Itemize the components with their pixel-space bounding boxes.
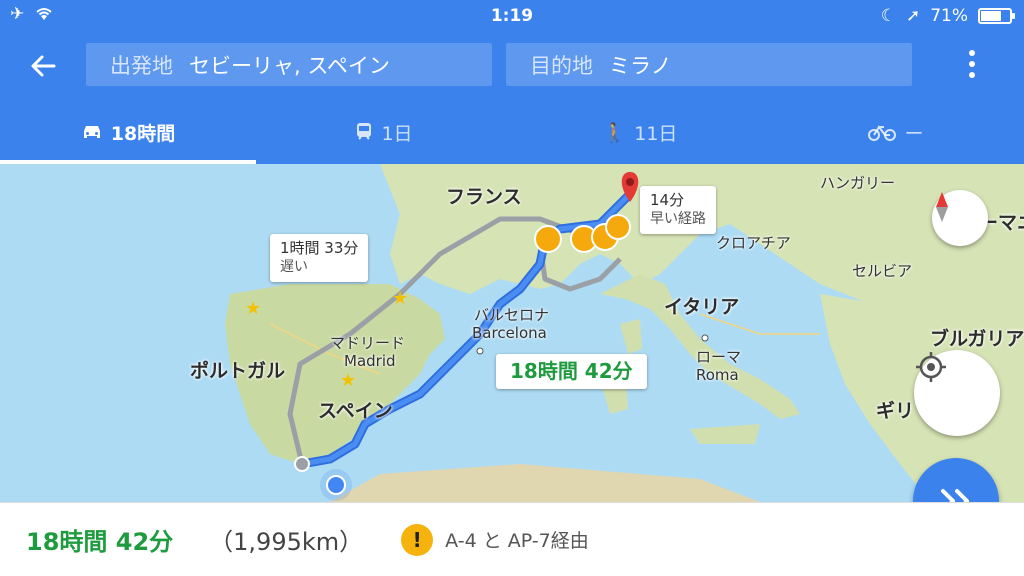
more-options-icon[interactable] (960, 50, 984, 80)
car-icon (83, 126, 100, 138)
compass-button[interactable] (932, 190, 988, 246)
travel-mode-tabs: 18時間 1日 🚶 11日 ー (0, 100, 1024, 164)
destination-value: ミラノ (609, 53, 672, 78)
destination-label: 目的地 (530, 53, 593, 78)
map-label-serbia: セルビア (852, 262, 913, 280)
tab-cycling-label: ー (904, 122, 924, 145)
moon-icon: ☾ (880, 6, 896, 26)
map-label-greece: ギリ (876, 400, 915, 422)
map-label-hungary: ハンガリー (820, 174, 896, 192)
tab-transit-label: 1日 (381, 122, 413, 145)
route-duration: 18時間 42分 (26, 528, 174, 556)
compass-icon (936, 192, 948, 222)
alt-route-slow-time: 1時間 33分 (280, 239, 359, 257)
tab-cycling[interactable]: ー (768, 100, 1024, 164)
alt-route-fast-note: 早い経路 (650, 211, 706, 227)
map-label-roma-jp: ローマ (696, 348, 742, 366)
tab-driving[interactable]: 18時間 (0, 100, 256, 164)
map-label-france: フランス (446, 186, 522, 208)
map-label-portugal: ポルトガル (190, 360, 286, 382)
alt-route-callout-slow[interactable]: 1時間 33分 遅い (270, 234, 369, 282)
app-header: ✈ 1:19 ☾ ➚ 71% 出発地 セビーリャ, スペイン 目的地 ミラノ 1… (0, 0, 1024, 164)
origin-label: 出発地 (110, 53, 173, 78)
walk-icon: 🚶 (602, 121, 627, 144)
map-label-madrid-jp: マドリード (330, 334, 406, 352)
map-label-barcelona-jp: バルセロナ (474, 306, 550, 324)
battery-percent: 71% (930, 6, 968, 26)
route-via: A-4 と AP-7経由 (445, 530, 589, 552)
map-label-bulgaria: ブルガリア (930, 328, 1024, 350)
status-right: ☾ ➚ 71% (880, 6, 1015, 26)
status-time: 1:19 (490, 6, 534, 26)
map-label-italy: イタリア (664, 296, 740, 318)
route-distance: （1,995km） (209, 528, 364, 556)
alt-route-callout-fast[interactable]: 14分 早い経路 (640, 186, 716, 234)
alt-route-slow-note: 遅い (280, 259, 308, 275)
battery-icon (978, 8, 1015, 24)
train-icon (357, 123, 372, 140)
map-label-madrid: Madrid (344, 352, 396, 370)
back-arrow-icon[interactable] (26, 48, 62, 84)
tab-walking-label: 11日 (634, 122, 678, 145)
tab-transit[interactable]: 1日 (256, 100, 512, 164)
alt-route-fast-time: 14分 (650, 191, 685, 209)
svg-text:★: ★ (245, 298, 261, 319)
origin-field[interactable]: 出発地 セビーリャ, スペイン (86, 43, 492, 86)
origin-value: セビーリャ, スペイン (189, 53, 390, 78)
map-view[interactable]: ★ ★ ★ フランス ハンガリー ルーマニア クロアチア セルビア イタリア ブ… (0, 164, 1024, 502)
location-arrow-icon: ➚ (905, 6, 921, 26)
bike-icon (868, 125, 897, 141)
tab-walking[interactable]: 🚶 11日 (512, 100, 768, 164)
map-label-croatia: クロアチア (716, 234, 791, 252)
main-route-time: 18時間 42分 (510, 359, 633, 383)
map-label-roma: Roma (696, 366, 739, 384)
tab-driving-label: 18時間 (110, 122, 176, 145)
route-summary-bar[interactable]: 18時間 42分 （1,995km） ! A-4 と AP-7経由 (0, 502, 1024, 576)
main-route-callout[interactable]: 18時間 42分 (496, 354, 647, 389)
my-location-button[interactable] (914, 350, 1000, 436)
svg-text:★: ★ (392, 288, 408, 309)
map-label-barcelona: Barcelona (472, 324, 547, 342)
destination-field[interactable]: 目的地 ミラノ (506, 43, 912, 86)
status-bar: ✈ 1:19 ☾ ➚ 71% (0, 0, 1024, 34)
warning-icon: ! (401, 523, 434, 556)
svg-text:★: ★ (340, 370, 356, 391)
crosshair-icon (916, 352, 946, 382)
map-label-spain: スペイン (318, 400, 393, 422)
